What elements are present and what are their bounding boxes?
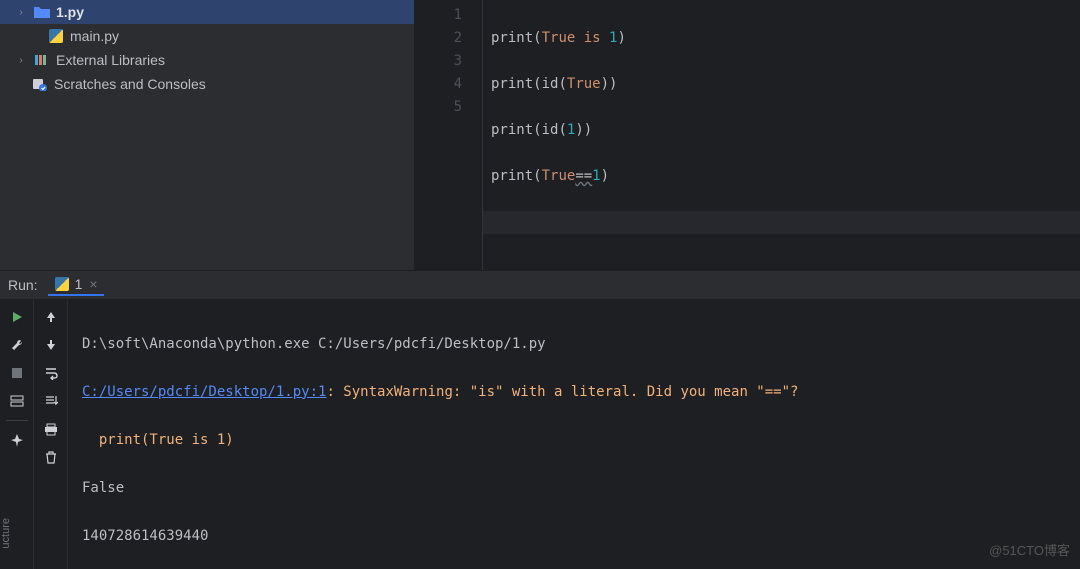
code-line: print(id(1)) — [491, 119, 1080, 142]
tree-label: Scratches and Consoles — [54, 76, 206, 92]
watermark: @51CTO博客 — [989, 540, 1070, 559]
output-line: 140728614639440 — [82, 524, 1066, 548]
run-button[interactable] — [6, 306, 28, 328]
library-icon — [34, 52, 50, 68]
stop-button[interactable] — [6, 362, 28, 384]
run-toolbar-right — [34, 300, 68, 569]
run-tab[interactable]: 1 × — [48, 274, 104, 296]
output-line: C:/Users/pdcfi/Desktop/1.py:1: SyntaxWar… — [82, 380, 1066, 404]
divider — [6, 420, 28, 421]
tree-label: main.py — [70, 28, 119, 44]
tree-item-scratches[interactable]: Scratches and Consoles — [0, 72, 414, 96]
run-tab-label: 1 — [75, 276, 83, 292]
file-link[interactable]: C:/Users/pdcfi/Desktop/1.py:1 — [82, 384, 326, 400]
print-icon[interactable] — [40, 418, 62, 440]
python-file-icon — [54, 276, 70, 292]
chevron-right-icon: › — [14, 55, 28, 66]
scroll-to-end-icon[interactable] — [40, 390, 62, 412]
line-number: 5 — [415, 96, 462, 119]
scratches-icon — [32, 76, 48, 92]
output-line: print(True is 1) — [82, 428, 1066, 452]
tree-item-1py[interactable]: › 1.py — [0, 0, 414, 24]
code-area[interactable]: print(True is 1) print(id(True)) print(i… — [483, 0, 1080, 270]
output-line: False — [82, 476, 1066, 500]
line-number: 3 — [415, 50, 462, 73]
console-output[interactable]: D:\soft\Anaconda\python.exe C:/Users/pdc… — [68, 300, 1080, 569]
line-gutter: 1 2 3 4 5 — [415, 0, 483, 270]
project-tree: › 1.py main.py › External Libraries — [0, 0, 415, 270]
layout-icon[interactable] — [6, 390, 28, 412]
close-icon[interactable]: × — [89, 276, 97, 292]
wrench-icon[interactable] — [6, 334, 28, 356]
python-file-icon — [48, 28, 64, 44]
line-number: 4 — [415, 73, 462, 96]
code-line: print(id(True)) — [491, 73, 1080, 96]
line-number: 1 — [415, 4, 462, 27]
code-editor[interactable]: 1 2 3 4 5 print(True is 1) print(id(True… — [415, 0, 1080, 270]
down-arrow-icon[interactable] — [40, 334, 62, 356]
tree-label: External Libraries — [56, 52, 165, 68]
code-line: print(True is 1) — [491, 27, 1080, 50]
trash-icon[interactable] — [40, 446, 62, 468]
run-panel-header: Run: 1 × — [0, 270, 1080, 300]
code-line — [483, 211, 1080, 234]
run-label: Run: — [8, 277, 38, 293]
pin-icon[interactable] — [6, 429, 28, 451]
output-line: D:\soft\Anaconda\python.exe C:/Users/pdc… — [82, 332, 1066, 356]
up-arrow-icon[interactable] — [40, 306, 62, 328]
tree-item-mainpy[interactable]: main.py — [0, 24, 414, 48]
line-number: 2 — [415, 27, 462, 50]
soft-wrap-icon[interactable] — [40, 362, 62, 384]
structure-tab[interactable]: ucture — [0, 518, 12, 549]
chevron-right-icon: › — [14, 7, 28, 18]
python-file-icon — [34, 4, 50, 20]
tree-item-external-libraries[interactable]: › External Libraries — [0, 48, 414, 72]
code-line: print(True==1) — [491, 165, 1080, 188]
tree-label: 1.py — [56, 4, 84, 20]
